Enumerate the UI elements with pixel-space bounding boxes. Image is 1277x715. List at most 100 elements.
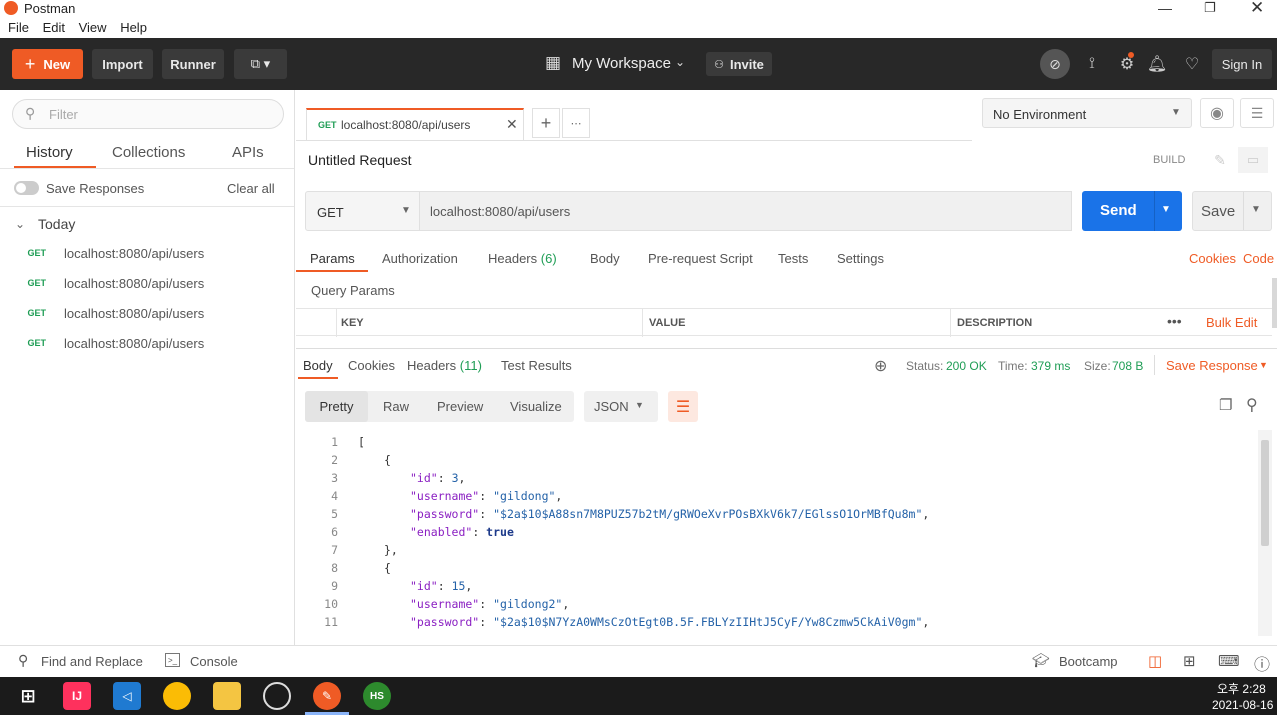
satellite-icon[interactable]: ⟟ <box>1080 52 1104 76</box>
view-mode-pretty[interactable]: Pretty <box>305 391 368 422</box>
tab-apis[interactable]: APIs <box>232 144 264 161</box>
more-options-icon[interactable]: ••• <box>1167 313 1182 329</box>
find-replace-button[interactable]: Find and Replace <box>41 654 143 669</box>
hs-app-icon[interactable]: HS <box>363 682 391 710</box>
runner-button[interactable]: Runner <box>162 49 224 79</box>
file-explorer-icon[interactable] <box>213 682 241 710</box>
keyboard-icon[interactable]: ⌨ <box>1218 652 1240 670</box>
close-icon[interactable]: ✕ <box>1250 0 1264 18</box>
history-item[interactable]: GET localhost:8080/api/users <box>0 328 294 358</box>
clock-time[interactable]: 오후 2:28 <box>1217 680 1266 697</box>
response-tab-headers[interactable]: Headers (11) <box>407 358 482 373</box>
chrome-icon[interactable] <box>163 682 191 710</box>
sync-off-icon[interactable]: ⊘ <box>1040 49 1070 79</box>
response-body-viewer[interactable]: 1[2{3 "id": 3, 4 "username": "gildong", 5 "pa… <box>0 430 1277 640</box>
two-pane-icon[interactable]: ◫ <box>1148 652 1162 670</box>
globe-icon[interactable]: ⊕ <box>874 356 887 376</box>
settings-icon[interactable]: ⚙ <box>1115 52 1139 76</box>
view-mode-preview[interactable]: Preview <box>437 399 483 414</box>
code-link[interactable]: Code <box>1243 251 1274 266</box>
menu-view[interactable]: View <box>79 20 107 35</box>
new-tab-icon[interactable]: + <box>532 108 560 138</box>
invite-button[interactable]: ⚇ Invite <box>706 52 772 76</box>
history-item[interactable]: GET localhost:8080/api/users <box>0 298 294 328</box>
scrollbar-thumb[interactable] <box>1261 440 1269 546</box>
maximize-icon[interactable]: ❐ <box>1204 0 1216 16</box>
copy-icon[interactable]: ❐ <box>1219 396 1232 414</box>
console-button[interactable]: Console <box>190 654 238 669</box>
response-tab-cookies[interactable]: Cookies <box>348 358 395 373</box>
chevron-down-icon[interactable]: ⌄ <box>15 217 25 231</box>
clear-all-button[interactable]: Clear all <box>227 181 275 196</box>
params-underline <box>296 270 368 272</box>
column-key: KEY <box>341 317 364 329</box>
environment-select[interactable]: No Environment ▼ <box>982 98 1192 128</box>
cookies-link[interactable]: Cookies <box>1189 251 1236 266</box>
view-mode-raw[interactable]: Raw <box>383 399 409 414</box>
tab-body[interactable]: Body <box>590 251 620 266</box>
save-button[interactable]: Save ▼ <box>1192 191 1272 231</box>
caret-down-icon[interactable]: ▼ <box>1161 204 1171 215</box>
caret-down-icon[interactable]: ▼ <box>1251 204 1261 215</box>
tab-authorization[interactable]: Authorization <box>382 251 458 266</box>
tab-options-icon[interactable]: ⋯ <box>562 108 590 138</box>
search-icon[interactable]: ⚲ <box>1246 395 1258 415</box>
import-button[interactable]: Import <box>92 49 153 79</box>
tab-settings[interactable]: Settings <box>837 251 884 266</box>
new-window-button[interactable]: ⧉ ▾ <box>234 49 287 79</box>
save-responses-toggle[interactable] <box>14 181 39 195</box>
tab-tests[interactable]: Tests <box>778 251 808 266</box>
scrollbar-track[interactable] <box>1258 430 1272 636</box>
tab-prerequest-script[interactable]: Pre-request Script <box>648 251 753 266</box>
request-title[interactable]: Untitled Request <box>308 152 412 168</box>
tab-headers[interactable]: Headers (6) <box>488 251 557 266</box>
bulk-edit-link[interactable]: Bulk Edit <box>1206 315 1257 330</box>
postman-taskbar-icon[interactable]: ✎ <box>313 682 341 710</box>
layout-icon[interactable]: ⊞ <box>1183 652 1196 670</box>
bell-icon[interactable]: 🔔︎ <box>1145 52 1169 76</box>
windows-start-icon[interactable]: ⊞ <box>14 682 42 710</box>
clock-date[interactable]: 2021-08-16 <box>1212 698 1273 712</box>
filter-input[interactable]: ⚲ Filter <box>12 99 284 129</box>
help-icon[interactable]: ⓘ <box>1254 651 1270 675</box>
method-select[interactable]: GET ▼ <box>305 191 420 231</box>
eye-icon[interactable]: ◉ <box>1200 98 1234 128</box>
caret-down-icon[interactable]: ▼ <box>1259 360 1268 370</box>
request-tab[interactable]: GET localhost:8080/api/users ✕ <box>306 108 524 141</box>
signin-button[interactable]: Sign In <box>1212 49 1272 79</box>
workspace-selector[interactable]: My Workspace <box>572 55 671 72</box>
obs-icon[interactable] <box>263 682 291 710</box>
view-mode-visualize[interactable]: Visualize <box>510 399 562 414</box>
minimize-icon[interactable]: — <box>1158 0 1172 16</box>
history-item[interactable]: GET localhost:8080/api/users <box>0 238 294 268</box>
notification-dot <box>1128 52 1134 58</box>
env-settings-icon[interactable]: ☰ <box>1240 98 1274 128</box>
response-tab-test-results[interactable]: Test Results <box>501 358 572 373</box>
menu-edit[interactable]: Edit <box>43 20 65 35</box>
comment-icon[interactable]: ▭ <box>1238 147 1268 173</box>
code-token: , <box>458 471 466 485</box>
tab-collections[interactable]: Collections <box>112 144 185 161</box>
response-tab-body[interactable]: Body <box>303 358 333 373</box>
close-tab-icon[interactable]: ✕ <box>506 116 518 133</box>
format-select[interactable]: JSON ▼ <box>584 391 658 422</box>
tab-history[interactable]: History <box>26 144 73 161</box>
save-response-button[interactable]: Save Response <box>1166 358 1258 373</box>
new-button[interactable]: + New <box>12 49 83 79</box>
tab-params[interactable]: Params <box>310 251 355 266</box>
wrap-lines-icon[interactable]: ☰ <box>668 391 698 422</box>
history-group-today[interactable]: Today <box>38 216 75 232</box>
send-button[interactable]: Send ▼ <box>1082 191 1182 231</box>
intellij-icon[interactable]: IJ <box>63 682 91 710</box>
bootcamp-button[interactable]: Bootcamp <box>1059 654 1118 669</box>
vscode-icon[interactable]: ◁ <box>113 682 141 710</box>
history-item[interactable]: GET localhost:8080/api/users <box>0 268 294 298</box>
heart-icon[interactable]: ♡ <box>1180 52 1204 76</box>
menu-help[interactable]: Help <box>120 20 147 35</box>
params-scrollbar[interactable] <box>1272 278 1277 328</box>
size-label: Size: <box>1084 359 1111 373</box>
edit-icon[interactable]: ✎ <box>1206 147 1234 173</box>
menu-file[interactable]: File <box>8 20 29 35</box>
history-url: localhost:8080/api/users <box>64 305 205 321</box>
url-input[interactable]: localhost:8080/api/users <box>420 191 1072 231</box>
